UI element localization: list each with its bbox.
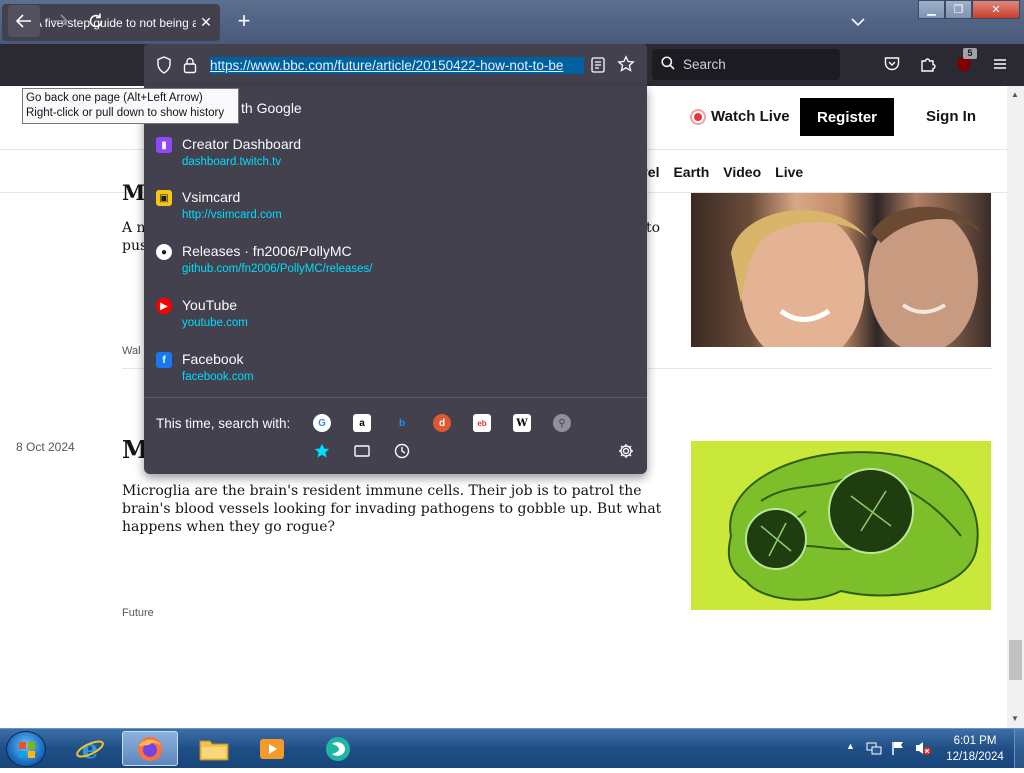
article1-summary-start: A n <box>122 220 146 236</box>
vsimcard-icon: ▣ <box>156 190 172 206</box>
lock-icon[interactable] <box>182 56 198 79</box>
address-bar[interactable]: https://www.bbc.com/future/article/20150… <box>144 44 647 86</box>
tooltip-line: Right-click or pull down to show history <box>26 107 225 119</box>
clock-time: 6:01 PM <box>953 735 997 747</box>
new-tab-button[interactable]: + <box>232 10 256 34</box>
url-suggestions-dropdown: th Google ▮ Creator Dashboard dashboard.… <box>144 86 647 474</box>
article1-photo[interactable] <box>691 193 991 347</box>
reload-icon <box>89 13 103 28</box>
article1-source[interactable]: Wal <box>122 345 141 357</box>
scroll-down-arrow-icon[interactable]: ▼ <box>1011 714 1019 723</box>
firefox-taskbar-icon[interactable] <box>122 731 178 766</box>
back-arrow-icon <box>15 14 31 28</box>
bing-icon[interactable]: b <box>393 414 411 432</box>
tabs-mode-icon[interactable] <box>353 442 371 460</box>
live-dot-icon <box>690 108 706 125</box>
show-desktop-button[interactable] <box>1014 729 1024 768</box>
bookmarks-mode-star-icon[interactable] <box>313 442 331 460</box>
volume-muted-icon[interactable] <box>914 740 932 761</box>
article2-date: 8 Oct 2024 <box>16 440 75 454</box>
reader-view-icon[interactable] <box>590 56 606 79</box>
amazon-icon[interactable]: a <box>353 414 371 432</box>
minimize-button[interactable]: ▁ <box>918 0 945 19</box>
tooltip-line: Go back one page (Alt+Left Arrow) <box>26 92 203 104</box>
google-icon[interactable]: G <box>313 414 331 432</box>
maximize-button[interactable]: ❐ <box>945 0 972 19</box>
file-explorer-folder-icon[interactable] <box>186 731 242 766</box>
suggestion-url: github.com/fn2006/PollyMC/releases/ <box>182 263 373 275</box>
reload-button[interactable] <box>80 5 112 37</box>
window-controls: ▁ ❐ ✕ <box>918 0 1020 19</box>
pocket-icon[interactable] <box>880 52 904 76</box>
wikipedia-icon[interactable]: W <box>513 414 531 432</box>
nav-earth-link[interactable]: Earth <box>673 164 709 180</box>
action-center-flag-icon[interactable] <box>890 740 906 761</box>
search-engine-icon[interactable]: ⚲ <box>553 414 571 432</box>
page-scrollbar[interactable] <box>1007 86 1024 728</box>
show-hidden-icons-arrow-icon[interactable]: ▲ <box>846 741 855 751</box>
scrollbar-thumb[interactable] <box>1009 640 1022 680</box>
dropdown-divider <box>144 397 647 398</box>
ebay-icon[interactable]: eb <box>473 414 491 432</box>
nav-live-link[interactable]: Live <box>775 164 803 180</box>
suggestion-url: facebook.com <box>182 371 254 383</box>
close-window-button[interactable]: ✕ <box>972 0 1020 19</box>
forward-arrow-icon <box>53 14 69 28</box>
duckduckgo-icon[interactable]: d <box>433 414 451 432</box>
start-button-windows-icon[interactable] <box>6 731 46 767</box>
tab-close-icon[interactable]: ✕ <box>196 14 216 31</box>
url-text[interactable]: https://www.bbc.com/future/article/20150… <box>210 57 584 74</box>
network-icon[interactable] <box>866 740 882 761</box>
tracking-protection-shield-icon[interactable] <box>156 56 172 79</box>
search-placeholder: Search <box>683 57 726 72</box>
back-button[interactable] <box>8 5 40 37</box>
search-settings-gear-icon[interactable] <box>617 442 635 460</box>
suggestion-title: Facebook <box>182 351 244 367</box>
search-with-label: This time, search with: <box>156 416 291 431</box>
article1-summary-end: to <box>646 220 661 236</box>
media-player-icon[interactable] <box>244 731 300 766</box>
register-button[interactable]: Register <box>800 98 894 136</box>
suggestion-title: YouTube <box>182 297 238 313</box>
suggestion-url: youtube.com <box>182 317 248 329</box>
suggestion-title: Vsimcard <box>182 189 241 205</box>
clock-date: 12/18/2024 <box>946 751 1004 763</box>
suggestion-title: Creator Dashboard <box>182 136 302 152</box>
article2-source[interactable]: Future <box>122 607 154 619</box>
search-with-google-item[interactable]: th Google <box>241 100 302 116</box>
article2-summary: Microglia are the brain's resident immun… <box>122 483 662 535</box>
suggestion-url: dashboard.twitch.tv <box>182 156 282 168</box>
facebook-icon: f <box>156 352 172 368</box>
bookmark-star-icon[interactable] <box>617 55 635 78</box>
twitch-icon: ▮ <box>156 137 172 153</box>
ublock-extension-icon[interactable]: 5 <box>952 48 977 76</box>
history-mode-clock-icon[interactable] <box>393 442 411 460</box>
back-button-tooltip: Go back one page (Alt+Left Arrow) Right-… <box>22 88 239 124</box>
watch-live-link[interactable]: Watch Live <box>690 108 790 125</box>
internet-explorer-icon[interactable]: e <box>62 731 118 766</box>
nav-video-link[interactable]: Video <box>723 164 761 180</box>
extension-badge-count: 5 <box>963 48 977 59</box>
app-taskbar-icon[interactable] <box>310 731 366 766</box>
hamburger-menu-icon[interactable] <box>988 52 1012 76</box>
suggestion-url: http://vsimcard.com <box>182 209 282 221</box>
system-clock[interactable]: 6:01 PM 12/18/2024 <box>940 733 1010 765</box>
svg-text:e: e <box>82 735 99 764</box>
youtube-icon: ▶ <box>156 298 172 314</box>
article1-heading[interactable]: M <box>122 182 145 203</box>
sign-in-link[interactable]: Sign In <box>926 108 976 125</box>
search-icon <box>661 56 675 73</box>
list-all-tabs-icon[interactable] <box>848 12 868 32</box>
scroll-up-arrow-icon[interactable]: ▲ <box>1011 90 1019 99</box>
watch-live-label: Watch Live <box>711 108 790 125</box>
search-field[interactable]: Search <box>652 49 840 80</box>
suggestion-title: Releases · fn2006/PollyMC <box>182 243 352 259</box>
section-nav-links: vel Earth Video Live <box>640 164 803 180</box>
extensions-puzzle-icon[interactable] <box>916 52 940 76</box>
article2-brain-illustration[interactable] <box>691 441 991 610</box>
github-icon: ● <box>156 244 172 260</box>
forward-button[interactable] <box>44 5 76 37</box>
